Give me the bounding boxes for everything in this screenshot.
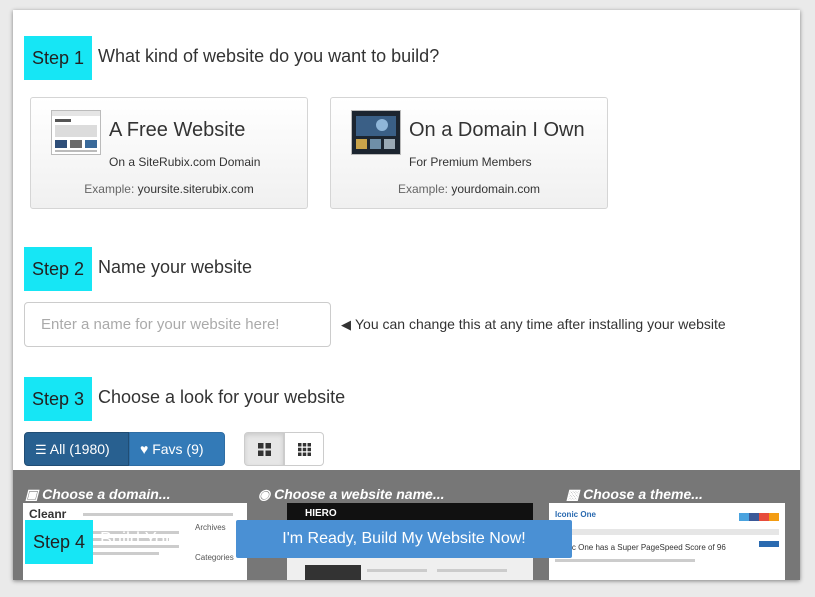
choose-domain-text: Choose a domain... <box>42 486 171 502</box>
small-grid-view-button[interactable] <box>284 432 324 466</box>
wizard-panel: Step 1 What kind of website do you want … <box>13 10 800 580</box>
example-value: yoursite.siterubix.com <box>137 182 254 196</box>
free-website-option[interactable]: A Free Website On a SiteRubix.com Domain… <box>30 97 308 209</box>
theme-preview-iconic-one: Iconic One Iconic One has a Super PageSp… <box>549 503 785 580</box>
choose-name-text: Choose a website name... <box>274 486 445 502</box>
large-grid-view-button[interactable] <box>244 432 284 466</box>
iconic-caption: Iconic One has a Super PageSpeed Score o… <box>555 543 726 552</box>
step-2-badge: Step 2 <box>24 247 92 291</box>
choose-name-label: ◉ Choose a website name... <box>258 486 445 503</box>
filter-all-label: All (1980) <box>49 441 110 457</box>
example-label: Example: <box>84 182 135 196</box>
hiero-logo: HIERO <box>305 508 337 519</box>
filter-favs-label: Favs (9) <box>152 441 204 457</box>
free-website-subtitle: On a SiteRubix.com Domain <box>109 155 261 169</box>
own-domain-example: Example: yourdomain.com <box>331 182 607 196</box>
small-grid-icon <box>297 442 311 456</box>
large-grid-icon <box>257 442 271 456</box>
own-domain-option[interactable]: On a Domain I Own For Premium Members Ex… <box>330 97 608 209</box>
example-label: Example: <box>397 182 448 196</box>
step-3-badge: Step 3 <box>24 377 92 421</box>
arrow-left-icon: ◀ <box>341 317 351 332</box>
own-domain-subtitle: For Premium Members <box>409 155 532 169</box>
filter-favs-button[interactable]: ♥ Favs (9) <box>129 432 225 466</box>
globe-icon: ◉ <box>258 486 271 502</box>
name-hint: ◀ You can change this at any time after i… <box>341 316 726 333</box>
step-4-badge: Step 4 <box>25 520 93 564</box>
categories-text: Categories <box>195 553 234 562</box>
choose-domain-label: ▣ Choose a domain... <box>25 486 170 503</box>
free-website-example: Example: yoursite.siterubix.com <box>31 182 307 196</box>
filter-all-button[interactable]: ☰ All (1980) <box>24 432 129 466</box>
step-3-title: Choose a look for your website <box>98 387 346 407</box>
list-icon: ☰ <box>35 442 47 457</box>
website-name-input[interactable] <box>24 302 331 347</box>
step-4-title: Build Your Site! <box>100 529 223 549</box>
heart-icon: ♥ <box>140 441 149 457</box>
choose-theme-label: ▩ Choose a theme... <box>566 486 703 503</box>
build-website-button[interactable]: I'm Ready, Build My Website Now! <box>236 520 572 558</box>
own-domain-thumbnail <box>351 110 401 155</box>
free-website-thumbnail <box>51 110 101 155</box>
step-2-title: Name your website <box>98 257 253 277</box>
picture-icon: ▩ <box>566 486 580 502</box>
choose-theme-text: Choose a theme... <box>583 486 703 502</box>
own-domain-title: On a Domain I Own <box>409 119 585 141</box>
laptop-icon: ▣ <box>25 486 39 502</box>
step-1-title: What kind of website do you want to buil… <box>98 46 440 66</box>
cleanr-logo: Cleanr <box>29 507 67 521</box>
step-1-badge: Step 1 <box>24 36 92 80</box>
example-value: yourdomain.com <box>451 182 541 196</box>
name-hint-text: You can change this at any time after in… <box>355 316 726 332</box>
free-website-title: A Free Website <box>109 119 246 141</box>
iconic-logo: Iconic One <box>555 510 596 519</box>
